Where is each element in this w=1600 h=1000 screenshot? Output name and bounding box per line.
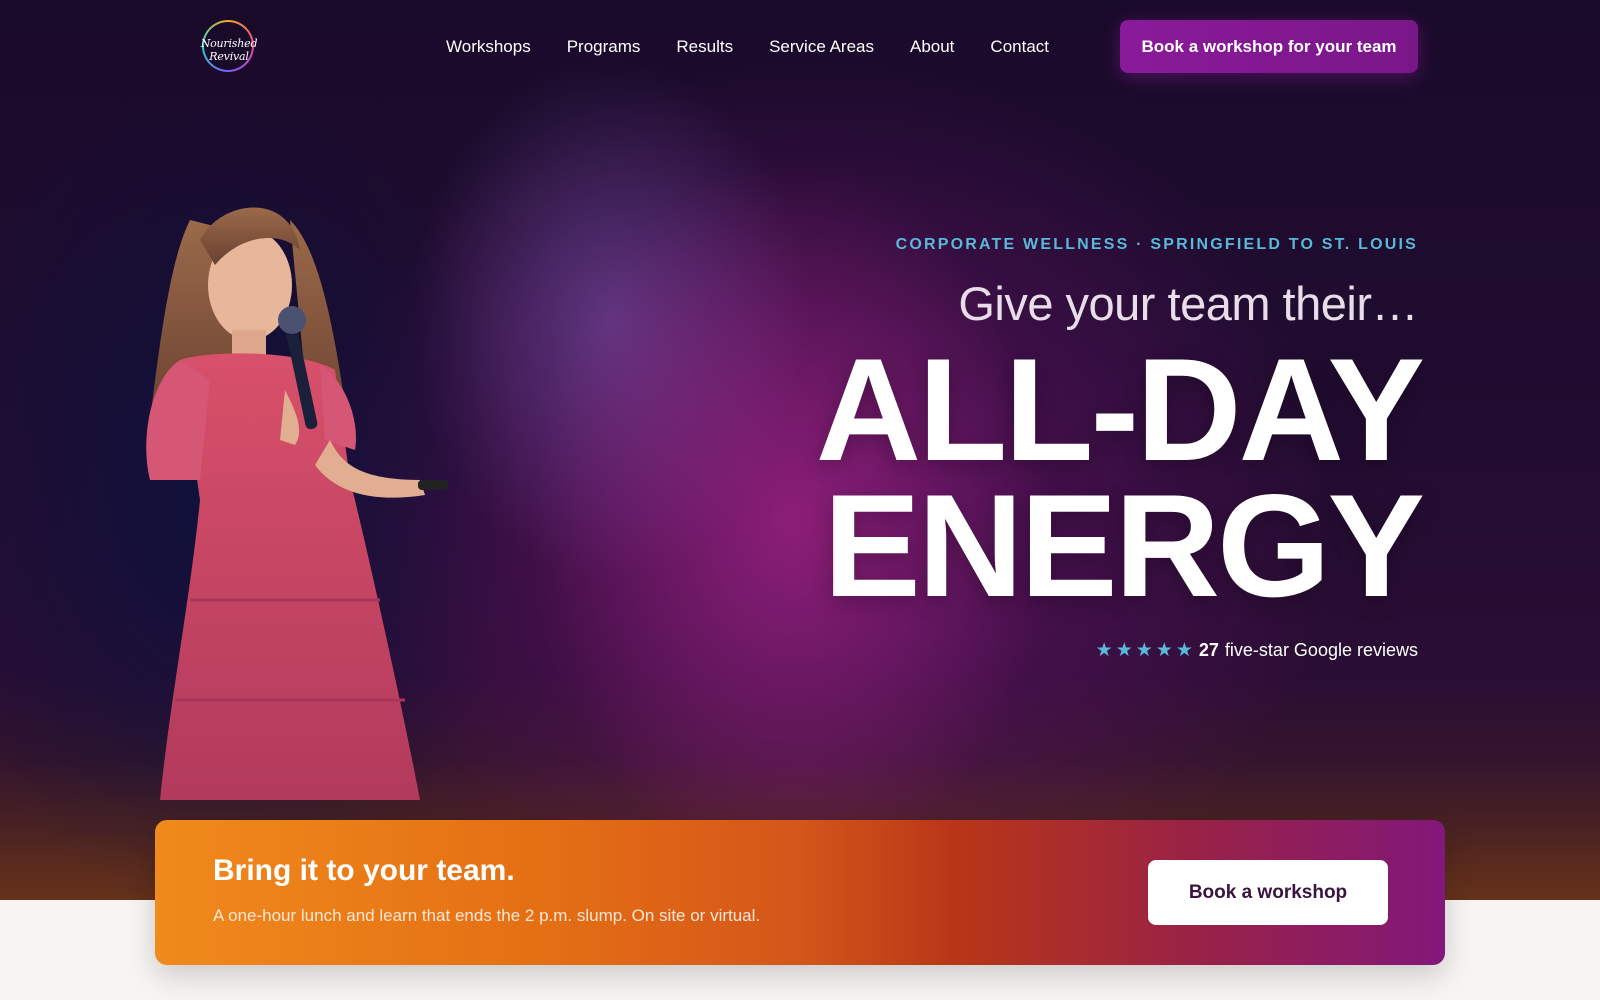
nav-item-results[interactable]: Results	[676, 34, 733, 60]
logo-text: Nourished Revival	[200, 37, 258, 63]
banner-title: Bring it to your team.	[213, 854, 515, 887]
headline-line-2: ENERGY	[823, 464, 1425, 627]
book-workshop-nav-button[interactable]: Book a workshop for your team	[1120, 20, 1418, 73]
headline-line-1: ALL-DAY	[815, 328, 1425, 491]
hero-lead: Give your team their…	[958, 277, 1418, 330]
hero-eyebrow: CORPORATE WELLNESS · SPRINGFIELD TO ST. …	[895, 236, 1418, 253]
star-icon: ★	[1175, 639, 1193, 661]
hero-headline: ALL-DAY ENERGY	[815, 328, 1425, 627]
hero-speaker-image	[146, 207, 448, 800]
brand-logo[interactable]: Nourished Revival	[190, 18, 268, 74]
nav-item-workshops[interactable]: Workshops	[446, 34, 531, 60]
cta-banner: Bring it to your team. A one-hour lunch …	[155, 820, 1445, 965]
review-count: 27	[1198, 640, 1219, 660]
nav-item-service-areas[interactable]: Service Areas	[769, 34, 874, 60]
star-icon: ★	[1115, 639, 1133, 661]
review-text: five-star Google reviews	[1224, 640, 1418, 660]
star-icon: ★	[1135, 639, 1153, 661]
nav-item-programs[interactable]: Programs	[567, 34, 641, 60]
nav-item-about[interactable]: About	[910, 34, 954, 60]
banner-subtitle: A one-hour lunch and learn that ends the…	[213, 906, 761, 925]
google-rating: ★ ★ ★ ★ ★ 27 five-star Google reviews	[1096, 640, 1418, 661]
nav-item-contact[interactable]: Contact	[990, 34, 1049, 60]
star-icon: ★	[1155, 639, 1173, 661]
main-nav: Workshops Programs Results Service Areas…	[446, 34, 1085, 60]
book-workshop-button[interactable]: Book a workshop	[1148, 860, 1388, 925]
star-icon: ★	[1095, 639, 1113, 661]
rating-stars: ★ ★ ★ ★ ★	[1095, 639, 1193, 661]
